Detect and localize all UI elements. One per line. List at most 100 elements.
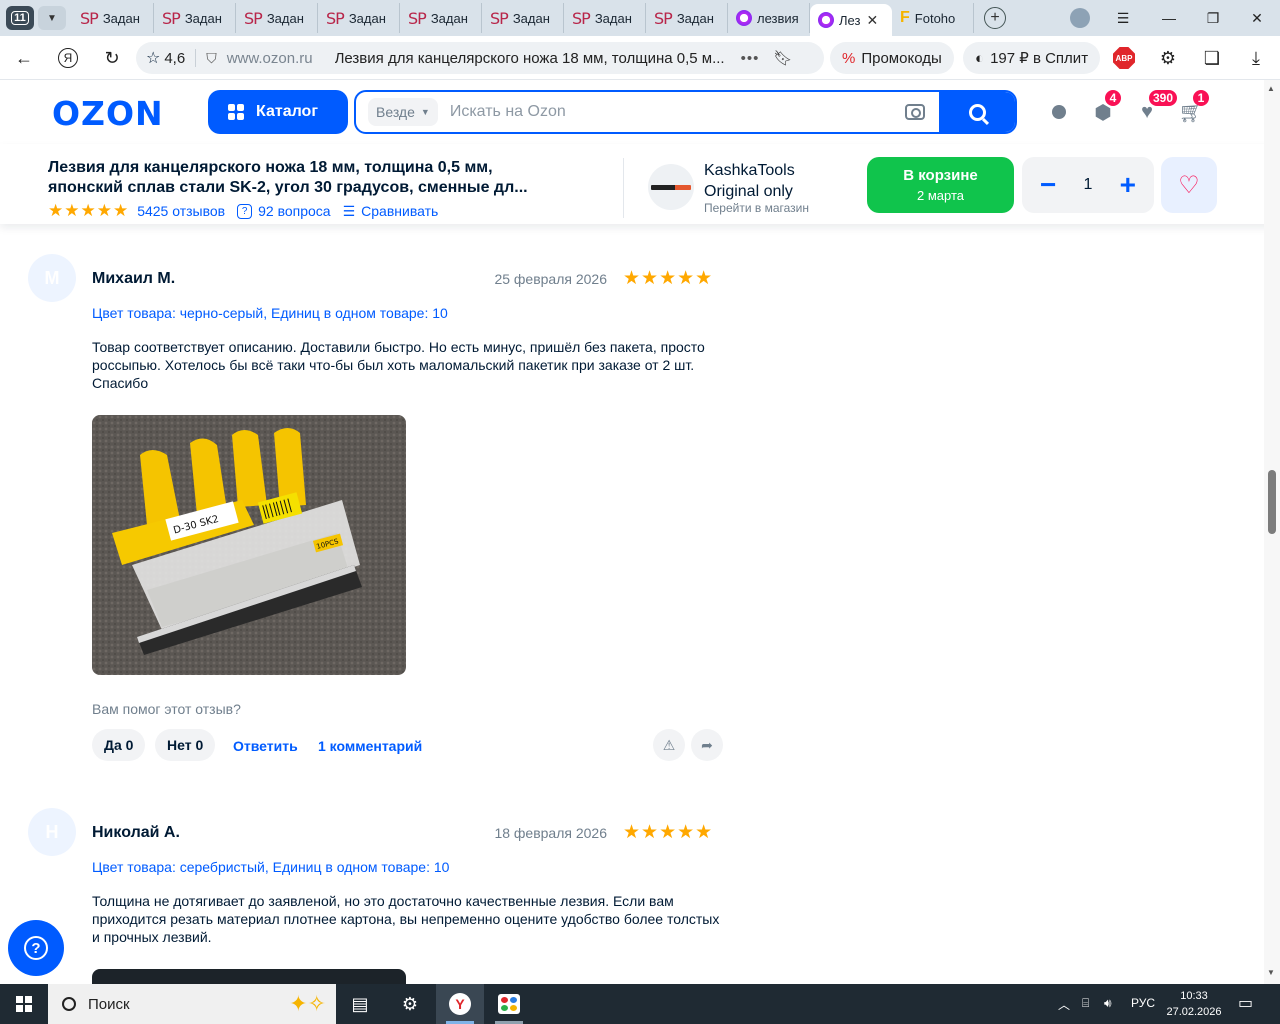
tab-label: Задан xyxy=(348,10,386,26)
split-icon: ◐ xyxy=(975,49,985,67)
compare-link[interactable]: Сравнивать xyxy=(361,203,438,219)
browser-tab[interactable]: SP Задан xyxy=(154,3,236,33)
catalog-button[interactable]: Каталог xyxy=(208,90,348,134)
share-icon[interactable]: ➦ xyxy=(691,729,723,761)
help-button[interactable]: ? xyxy=(8,920,64,976)
settings-gear-icon[interactable]: ⚙ xyxy=(398,992,422,1016)
adblock-icon[interactable]: ABP xyxy=(1113,47,1135,69)
ozon-logo[interactable]: OZON xyxy=(52,94,164,133)
shield-icon[interactable]: ⛉ xyxy=(206,50,217,67)
sp-favicon-icon: SP xyxy=(654,8,673,28)
browser-tab[interactable]: F Fotoho xyxy=(892,3,974,33)
tab-count: 11 xyxy=(11,11,29,25)
review-date: 18 февраля 2026 xyxy=(494,825,607,841)
network-icon[interactable]: ⌸ xyxy=(1082,996,1089,1011)
windows-start-icon[interactable] xyxy=(16,996,32,1012)
browser-tab[interactable]: SP Задан xyxy=(400,3,482,33)
profile-avatar-icon[interactable] xyxy=(1070,8,1090,28)
taskbar-clock[interactable]: 10:33 27.02.2026 xyxy=(1162,988,1226,1020)
browser-tab[interactable]: SP Задан xyxy=(482,3,564,33)
go-to-store-link[interactable]: Перейти в магазин xyxy=(704,201,809,215)
volume-icon[interactable]: 🔊︎ xyxy=(1104,996,1112,1011)
browser-tab[interactable]: SP Задан xyxy=(318,3,400,33)
search-input[interactable]: Искать на Ozon xyxy=(450,103,905,121)
camera-icon[interactable] xyxy=(905,104,925,120)
search-scope-select[interactable]: Везде ▼ xyxy=(368,98,438,126)
grid-icon xyxy=(228,104,244,120)
browser-tab-active[interactable]: Лез ✕ xyxy=(810,4,892,36)
review-photo[interactable]: D-30 SK2 10PCS xyxy=(92,415,406,675)
browser-tab[interactable]: SP Задан xyxy=(646,3,728,33)
new-tab-button[interactable]: + xyxy=(984,7,1006,29)
seller-logo[interactable] xyxy=(648,164,694,210)
product-meta: ★★★★★ 5425 отзывов ? 92 вопроса ☰ Сравни… xyxy=(48,201,438,221)
promo-label: Промокоды xyxy=(861,49,942,67)
menu-icon[interactable]: ☰ xyxy=(1100,0,1146,36)
increase-button[interactable]: + xyxy=(1120,171,1136,199)
yandex-icon[interactable]: Я xyxy=(56,46,80,70)
reply-link[interactable]: Ответить xyxy=(233,738,298,754)
chevron-down-icon: ▼ xyxy=(420,107,430,117)
downloads-icon[interactable]: ⤓ xyxy=(1244,46,1268,70)
tab-count-button[interactable]: 11 xyxy=(6,6,34,30)
address-bar[interactable]: ☆ 4,6 ⛉ www.ozon.ru Лезвия для канцелярс… xyxy=(136,42,824,74)
favorite-heart-button[interactable]: ♡ xyxy=(1161,157,1217,213)
rating-stars: ★★★★★ xyxy=(48,201,130,220)
reviews-link[interactable]: 5425 отзывов xyxy=(137,203,225,219)
helpful-yes-button[interactable]: Да 0 xyxy=(92,729,146,761)
scroll-up-icon[interactable]: ▲ xyxy=(1267,84,1275,93)
quantity-value[interactable]: 1 xyxy=(1084,176,1093,194)
close-window-icon[interactable]: ✕ xyxy=(1234,0,1280,36)
sp-favicon-icon: SP xyxy=(572,8,591,28)
notifications-icon[interactable]: ▭ xyxy=(1238,993,1253,1013)
tab-label: лезвия xyxy=(757,10,799,26)
helpful-no-button[interactable]: Нет 0 xyxy=(155,729,216,761)
task-view-icon[interactable]: ▤ xyxy=(348,992,372,1016)
close-tab-icon[interactable]: ✕ xyxy=(866,12,878,29)
in-cart-button[interactable]: В корзине 2 марта xyxy=(867,157,1014,213)
language-indicator[interactable]: РУС xyxy=(1131,996,1155,1010)
sparkle-icon: ✦✧ xyxy=(289,991,326,1016)
comments-link[interactable]: 1 комментарий xyxy=(318,738,422,754)
browser-tab[interactable]: SP Задан xyxy=(236,3,318,33)
more-icon[interactable]: ••• xyxy=(741,50,760,67)
browser-tab[interactable]: SP Задан xyxy=(72,3,154,33)
seller-name[interactable]: KashkaTools Original only xyxy=(704,160,795,202)
restore-icon[interactable]: ❐ xyxy=(1190,0,1236,36)
page-scrollbar[interactable]: ▲ ▼ xyxy=(1264,80,1280,984)
extensions-icon[interactable]: ⚙ xyxy=(1156,46,1180,70)
search-button[interactable] xyxy=(939,92,1015,132)
tray-chevron-up-icon[interactable]: ︿ xyxy=(1058,996,1070,1013)
tab-label: Fotoho xyxy=(914,10,956,26)
reload-icon[interactable]: ↻ xyxy=(100,46,124,70)
minimize-icon[interactable]: — xyxy=(1146,0,1192,36)
review-photo[interactable] xyxy=(92,969,406,984)
avatar: М xyxy=(28,254,76,302)
browser-tab[interactable]: SP Задан xyxy=(564,3,646,33)
back-icon[interactable]: ← xyxy=(12,46,36,70)
tab-label: Лез xyxy=(839,12,861,28)
in-cart-label: В корзине xyxy=(903,167,978,184)
yandex-browser-icon[interactable]: Y xyxy=(448,992,472,1016)
decrease-button[interactable]: − xyxy=(1040,171,1056,199)
questions-link[interactable]: 92 вопроса xyxy=(258,203,330,219)
collections-icon[interactable]: ❏ xyxy=(1200,46,1224,70)
taskbar: Поиск ✦✧ ▤ ⚙ Y ︿ ⌸ 🔊︎ РУС 10:33 27.02.20… xyxy=(0,984,1280,1024)
divider xyxy=(195,49,197,67)
quantity-stepper: − 1 + xyxy=(1022,157,1154,213)
review-stars: ★★★★★ xyxy=(623,268,714,289)
bookmark-icon[interactable]: 🔖︎ xyxy=(773,49,792,67)
browser-tab[interactable]: лезвия xyxy=(728,3,810,33)
tab-list-chevron-icon[interactable]: ▼ xyxy=(38,6,66,30)
promo-codes-button[interactable]: % Промокоды xyxy=(830,42,954,74)
taskbar-search[interactable]: Поиск ✦✧ xyxy=(48,984,336,1024)
report-warning-icon[interactable]: ⚠ xyxy=(653,729,685,761)
sp-favicon-icon: SP xyxy=(408,8,427,28)
user-icon[interactable] xyxy=(1047,100,1071,124)
paint-app-icon[interactable] xyxy=(497,992,521,1016)
tab-label: Задан xyxy=(430,10,468,26)
scroll-down-icon[interactable]: ▼ xyxy=(1267,968,1275,977)
scroll-thumb[interactable] xyxy=(1268,470,1276,534)
split-button[interactable]: ◐ 197 ₽ в Сплит xyxy=(963,42,1101,74)
url-domain: www.ozon.ru xyxy=(226,49,313,67)
